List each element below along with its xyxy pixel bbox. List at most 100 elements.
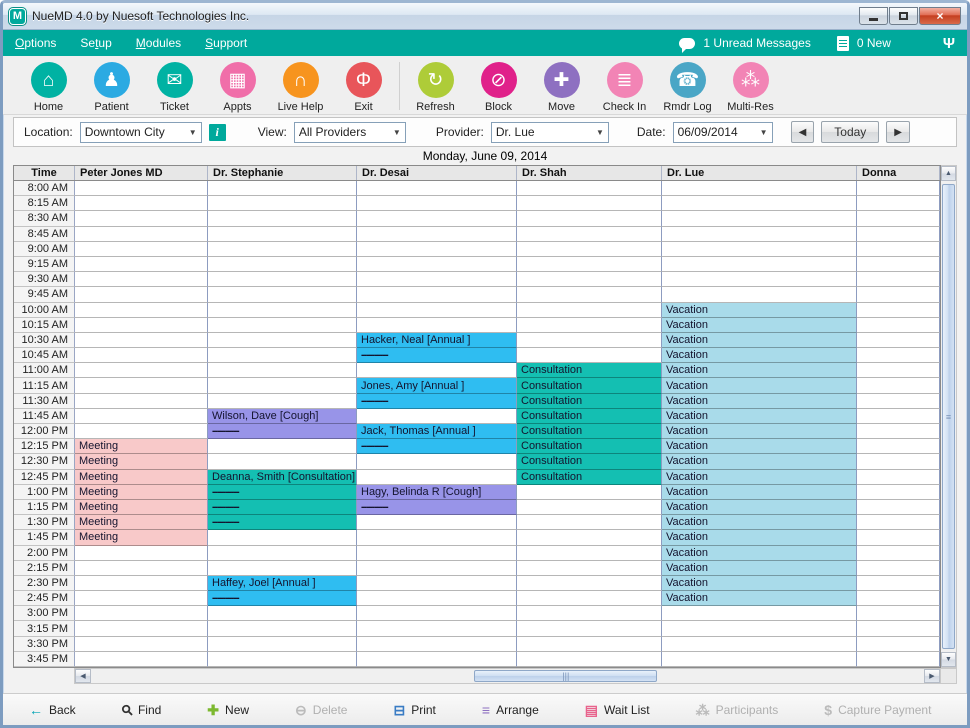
schedule-cell[interactable] bbox=[662, 621, 857, 636]
schedule-cell[interactable] bbox=[75, 424, 208, 439]
schedule-cell[interactable] bbox=[208, 181, 357, 196]
schedule-cell[interactable] bbox=[857, 546, 940, 561]
toolbar-check-in-button[interactable]: ≣Check In bbox=[593, 62, 656, 113]
schedule-cell[interactable] bbox=[75, 227, 208, 242]
schedule-cell[interactable] bbox=[857, 515, 940, 530]
minimize-button[interactable] bbox=[859, 7, 888, 25]
schedule-cell[interactable] bbox=[662, 652, 857, 667]
schedule-cell[interactable] bbox=[357, 363, 517, 378]
horizontal-scrollbar-thumb[interactable]: ||| bbox=[474, 670, 657, 682]
schedule-cell[interactable] bbox=[517, 515, 662, 530]
schedule-cell[interactable] bbox=[208, 637, 357, 652]
appointment-cell[interactable]: Consultation bbox=[517, 454, 662, 469]
appointment-cell[interactable]: ---------- bbox=[357, 348, 517, 363]
schedule-cell[interactable] bbox=[208, 378, 357, 393]
schedule-cell[interactable] bbox=[75, 576, 208, 591]
schedule-cell[interactable] bbox=[75, 652, 208, 667]
appointment-cell[interactable]: Meeting bbox=[75, 439, 208, 454]
schedule-cell[interactable] bbox=[75, 303, 208, 318]
location-dropdown[interactable]: Downtown City ▼ bbox=[80, 122, 202, 143]
menu-item-options[interactable]: Options bbox=[15, 36, 56, 50]
schedule-cell[interactable] bbox=[208, 530, 357, 545]
schedule-cell[interactable] bbox=[208, 454, 357, 469]
schedule-cell[interactable] bbox=[208, 318, 357, 333]
schedule-cell[interactable] bbox=[75, 637, 208, 652]
toolbar-live-help-button[interactable]: ∩Live Help bbox=[269, 62, 332, 113]
appointment-cell[interactable]: Hagy, Belinda R [Cough] bbox=[357, 485, 517, 500]
schedule-cell[interactable] bbox=[357, 181, 517, 196]
view-dropdown[interactable]: All Providers ▼ bbox=[294, 122, 406, 143]
schedule-cell[interactable] bbox=[517, 242, 662, 257]
schedule-cell[interactable] bbox=[857, 378, 940, 393]
schedule-cell[interactable] bbox=[208, 621, 357, 636]
schedule-cell[interactable] bbox=[75, 287, 208, 302]
appointment-cell[interactable]: Wilson, Dave [Cough] bbox=[208, 409, 357, 424]
schedule-cell[interactable] bbox=[357, 196, 517, 211]
appointment-cell[interactable]: Hacker, Neal [Annual ] bbox=[357, 333, 517, 348]
schedule-cell[interactable] bbox=[75, 348, 208, 363]
appointment-cell[interactable]: Meeting bbox=[75, 515, 208, 530]
schedule-cell[interactable] bbox=[517, 546, 662, 561]
toolbar-multi-res-button[interactable]: ⁂Multi-Res bbox=[719, 62, 782, 113]
schedule-cell[interactable] bbox=[662, 272, 857, 287]
schedule-cell[interactable] bbox=[517, 485, 662, 500]
appointment-cell[interactable]: Meeting bbox=[75, 470, 208, 485]
toolbar-patient-button[interactable]: ♟Patient bbox=[80, 62, 143, 113]
toolbar-block-button[interactable]: ⊘Block bbox=[467, 62, 530, 113]
schedule-cell[interactable] bbox=[517, 576, 662, 591]
appointment-cell[interactable]: ---------- bbox=[208, 591, 357, 606]
appointment-cell[interactable]: Vacation bbox=[662, 363, 857, 378]
schedule-cell[interactable] bbox=[75, 242, 208, 257]
schedule-cell[interactable] bbox=[75, 621, 208, 636]
schedule-cell[interactable] bbox=[75, 272, 208, 287]
schedule-cell[interactable] bbox=[662, 242, 857, 257]
schedule-cell[interactable] bbox=[75, 561, 208, 576]
schedule-cell[interactable] bbox=[357, 591, 517, 606]
schedule-cell[interactable] bbox=[75, 606, 208, 621]
schedule-cell[interactable] bbox=[208, 257, 357, 272]
schedule-cell[interactable] bbox=[75, 196, 208, 211]
schedule-cell[interactable] bbox=[517, 591, 662, 606]
schedule-cell[interactable] bbox=[857, 485, 940, 500]
appointment-cell[interactable]: Vacation bbox=[662, 546, 857, 561]
schedule-cell[interactable] bbox=[517, 318, 662, 333]
scroll-right-icon[interactable]: ▶ bbox=[924, 669, 940, 683]
schedule-cell[interactable] bbox=[357, 652, 517, 667]
schedule-cell[interactable] bbox=[208, 652, 357, 667]
schedule-cell[interactable] bbox=[857, 652, 940, 667]
schedule-cell[interactable] bbox=[517, 272, 662, 287]
schedule-cell[interactable] bbox=[857, 561, 940, 576]
schedule-cell[interactable] bbox=[208, 211, 357, 226]
schedule-cell[interactable] bbox=[857, 470, 940, 485]
schedule-cell[interactable] bbox=[517, 621, 662, 636]
schedule-cell[interactable] bbox=[208, 348, 357, 363]
schedule-cell[interactable] bbox=[857, 303, 940, 318]
schedule-cell[interactable] bbox=[75, 409, 208, 424]
schedule-cell[interactable] bbox=[208, 227, 357, 242]
schedule-cell[interactable] bbox=[857, 211, 940, 226]
appointment-cell[interactable]: Meeting bbox=[75, 530, 208, 545]
appointment-cell[interactable]: ---------- bbox=[208, 485, 357, 500]
schedule-cell[interactable] bbox=[857, 621, 940, 636]
schedule-cell[interactable] bbox=[208, 363, 357, 378]
appointment-cell[interactable]: Consultation bbox=[517, 424, 662, 439]
schedule-cell[interactable] bbox=[208, 333, 357, 348]
schedule-cell[interactable] bbox=[357, 211, 517, 226]
prev-day-button[interactable]: ◀ bbox=[791, 121, 815, 143]
schedule-cell[interactable] bbox=[75, 363, 208, 378]
scroll-up-icon[interactable]: ▲ bbox=[941, 166, 956, 181]
toolbar-move-button[interactable]: ✚Move bbox=[530, 62, 593, 113]
appointment-cell[interactable]: Consultation bbox=[517, 439, 662, 454]
schedule-cell[interactable] bbox=[857, 409, 940, 424]
appointment-cell[interactable]: Vacation bbox=[662, 485, 857, 500]
appointment-cell[interactable]: Vacation bbox=[662, 591, 857, 606]
appointment-cell[interactable]: Vacation bbox=[662, 500, 857, 515]
schedule-cell[interactable] bbox=[662, 257, 857, 272]
appointment-cell[interactable]: Vacation bbox=[662, 561, 857, 576]
unread-messages-label[interactable]: 1 Unread Messages bbox=[703, 36, 810, 50]
schedule-cell[interactable] bbox=[857, 591, 940, 606]
new-button[interactable]: ✚New bbox=[207, 703, 249, 717]
menu-item-setup[interactable]: Setup bbox=[80, 36, 111, 50]
vertical-scrollbar-thumb[interactable]: ≡ bbox=[942, 184, 955, 649]
appointment-cell[interactable]: Vacation bbox=[662, 409, 857, 424]
